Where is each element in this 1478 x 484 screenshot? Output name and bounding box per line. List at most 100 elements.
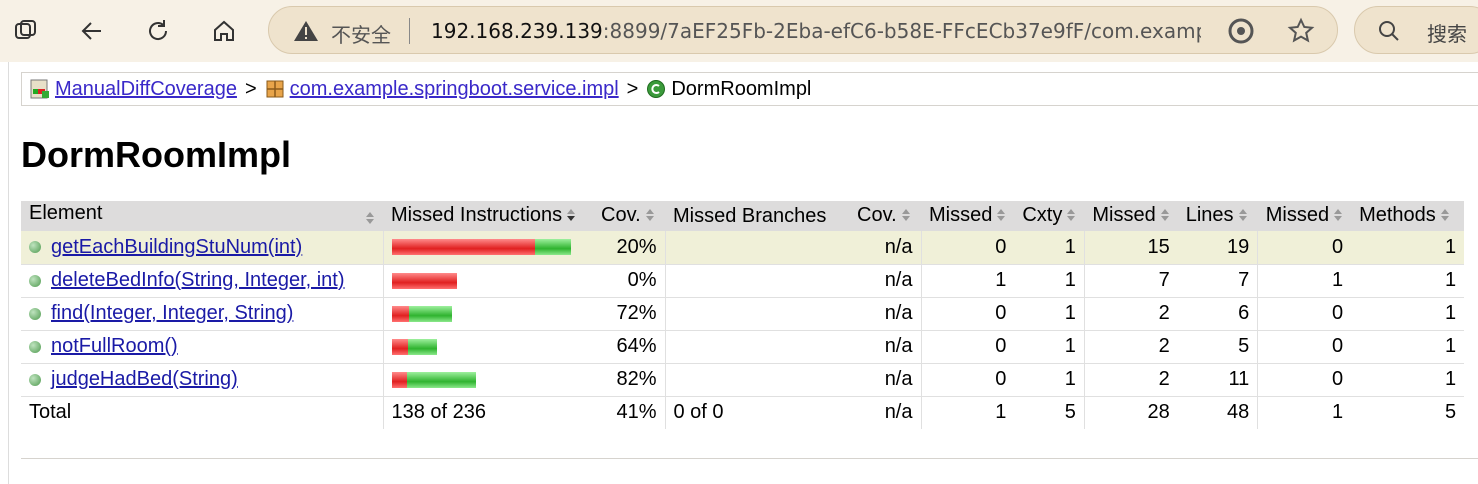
methods-cell: 1 — [1351, 330, 1465, 364]
instr-cov-cell: 64% — [593, 330, 665, 364]
warning-icon[interactable] — [293, 19, 319, 48]
element-cell: judgeHadBed(String) — [21, 363, 383, 397]
header-lines[interactable]: Lines — [1177, 201, 1258, 231]
lines-cell: 6 — [1177, 297, 1258, 331]
header-branch-cov[interactable]: Cov. — [849, 201, 921, 231]
total-instructions: 138 of 236 — [382, 396, 593, 429]
url-host: 192.168.239.139 — [431, 19, 603, 43]
method-link[interactable]: judgeHadBed(String) — [51, 368, 238, 390]
sort-icon[interactable] — [1160, 205, 1170, 228]
instr-cov-cell: 0% — [593, 264, 665, 298]
method-link[interactable]: deleteBedInfo(String, Integer, int) — [51, 269, 345, 291]
header-instr-cov[interactable]: Cov. — [593, 201, 665, 231]
cxty-missed-cell: 0 — [920, 363, 1015, 397]
url-text[interactable]: 192.168.239.139:8899/7aEF25Fb-2Eba-efC6-… — [431, 19, 1201, 43]
instr-cov-cell: 72% — [593, 297, 665, 331]
methods-cell: 1 — [1351, 231, 1465, 265]
header-cxty[interactable]: Cxty — [1014, 201, 1085, 231]
total-methods: 5 — [1444, 401, 1457, 424]
header-missed-methods[interactable]: Missed — [1257, 201, 1352, 231]
branch-cov-cell: n/a — [849, 363, 921, 397]
lines-missed-cell: 2 — [1083, 330, 1178, 364]
branch-cov-cell: n/a — [849, 231, 921, 265]
header-element[interactable]: Element — [21, 201, 383, 231]
lines-cell: 11 — [1177, 363, 1258, 397]
instructions-bar-cell — [382, 330, 593, 364]
missed-bar-segment — [391, 305, 409, 322]
total-label: Total — [29, 401, 72, 424]
back-icon[interactable] — [72, 11, 112, 51]
breadcrumb-root-link[interactable]: ManualDiffCoverage — [55, 78, 237, 101]
total-row: Total 138 of 236 41% 0 of 0 n/a 1 5 28 4… — [21, 396, 1464, 429]
method-icon — [29, 373, 41, 386]
header-missed-cxty[interactable]: Missed — [921, 201, 1015, 231]
sort-icon[interactable] — [901, 205, 911, 228]
method-link[interactable]: find(Integer, Integer, String) — [51, 302, 293, 324]
cxty-missed-cell: 0 — [920, 297, 1015, 331]
branches-bar-cell — [664, 264, 849, 298]
tab-actions-icon[interactable] — [6, 11, 46, 51]
search-placeholder: 搜索 — [1427, 22, 1467, 46]
branches-bar-cell — [664, 363, 849, 397]
favorite-star-icon[interactable] — [1287, 17, 1315, 50]
branches-bar-cell — [664, 231, 849, 265]
cxty-missed-cell: 0 — [920, 330, 1015, 364]
total-lines: 48 — [1226, 401, 1250, 424]
covered-bar-segment — [408, 305, 452, 322]
cxty-cell: 1 — [1014, 330, 1085, 364]
branch-cov-cell: n/a — [849, 330, 921, 364]
sort-icon[interactable] — [1333, 205, 1343, 228]
table-row: find(Integer, Integer, String) 72% n/a 0 1 2 6… — [21, 297, 1465, 331]
element-cell: getEachBuildingStuNum(int) — [21, 231, 383, 265]
browser-essentials-icon[interactable] — [1227, 17, 1255, 50]
search-icon — [1377, 19, 1401, 48]
coverage-bar — [391, 371, 586, 388]
report-icon — [30, 79, 50, 99]
breadcrumb-package-link[interactable]: com.example.springboot.service.impl — [290, 78, 619, 101]
total-cxty-missed: 1 — [920, 396, 1015, 429]
cxty-cell: 1 — [1014, 231, 1085, 265]
insecure-label[interactable]: 不安全 — [331, 19, 391, 48]
home-icon[interactable] — [204, 11, 244, 51]
branches-bar-cell — [664, 297, 849, 331]
sort-icon[interactable] — [645, 205, 655, 228]
instructions-bar-cell — [382, 264, 593, 298]
header-missed-lines[interactable]: Missed — [1084, 201, 1178, 231]
sort-icon[interactable] — [1238, 205, 1248, 228]
page-content: ManualDiffCoverage > com.example.springb… — [8, 62, 1478, 484]
method-icon — [29, 340, 41, 353]
sort-icon[interactable] — [996, 205, 1006, 228]
total-branches: 0 of 0 — [664, 396, 849, 429]
methods-missed-cell: 1 — [1257, 264, 1352, 298]
branch-cov-cell: n/a — [849, 264, 921, 298]
methods-cell: 1 — [1351, 363, 1465, 397]
method-link[interactable]: notFullRoom() — [51, 335, 178, 357]
lines-cell: 5 — [1177, 330, 1258, 364]
sort-desc-icon[interactable] — [566, 205, 576, 228]
table-row: judgeHadBed(String) 82% n/a 0 1 2 11 0 1 — [21, 363, 1465, 397]
breadcrumb: ManualDiffCoverage > com.example.springb… — [21, 72, 1478, 106]
address-separator — [409, 18, 410, 44]
lines-cell: 19 — [1177, 231, 1258, 265]
cxty-cell: 1 — [1014, 363, 1085, 397]
sort-icon[interactable] — [1440, 205, 1450, 228]
header-missed-branches[interactable]: Missed Branches — [665, 201, 849, 231]
methods-cell: 1 — [1351, 297, 1465, 331]
header-missed-instructions[interactable]: Missed Instructions — [383, 201, 593, 231]
sort-icon[interactable] — [1066, 205, 1076, 228]
sort-icon[interactable] — [365, 208, 375, 231]
search-box[interactable]: 搜索 — [1354, 6, 1478, 54]
instructions-bar-cell — [382, 297, 593, 331]
total-lines-missed: 28 — [1083, 396, 1178, 429]
lines-missed-cell: 2 — [1083, 363, 1178, 397]
lines-missed-cell: 2 — [1083, 297, 1178, 331]
methods-missed-cell: 0 — [1257, 330, 1352, 364]
methods-missed-cell: 0 — [1257, 231, 1352, 265]
address-bar[interactable]: 不安全 192.168.239.139:8899/7aEF25Fb-2Eba-e… — [268, 6, 1338, 54]
method-link[interactable]: getEachBuildingStuNum(int) — [51, 236, 302, 258]
header-methods[interactable]: Methods — [1351, 201, 1465, 231]
refresh-icon[interactable] — [138, 11, 178, 51]
lines-cell: 7 — [1177, 264, 1258, 298]
instr-cov-cell: 82% — [593, 363, 665, 397]
missed-bar-segment — [391, 239, 535, 256]
